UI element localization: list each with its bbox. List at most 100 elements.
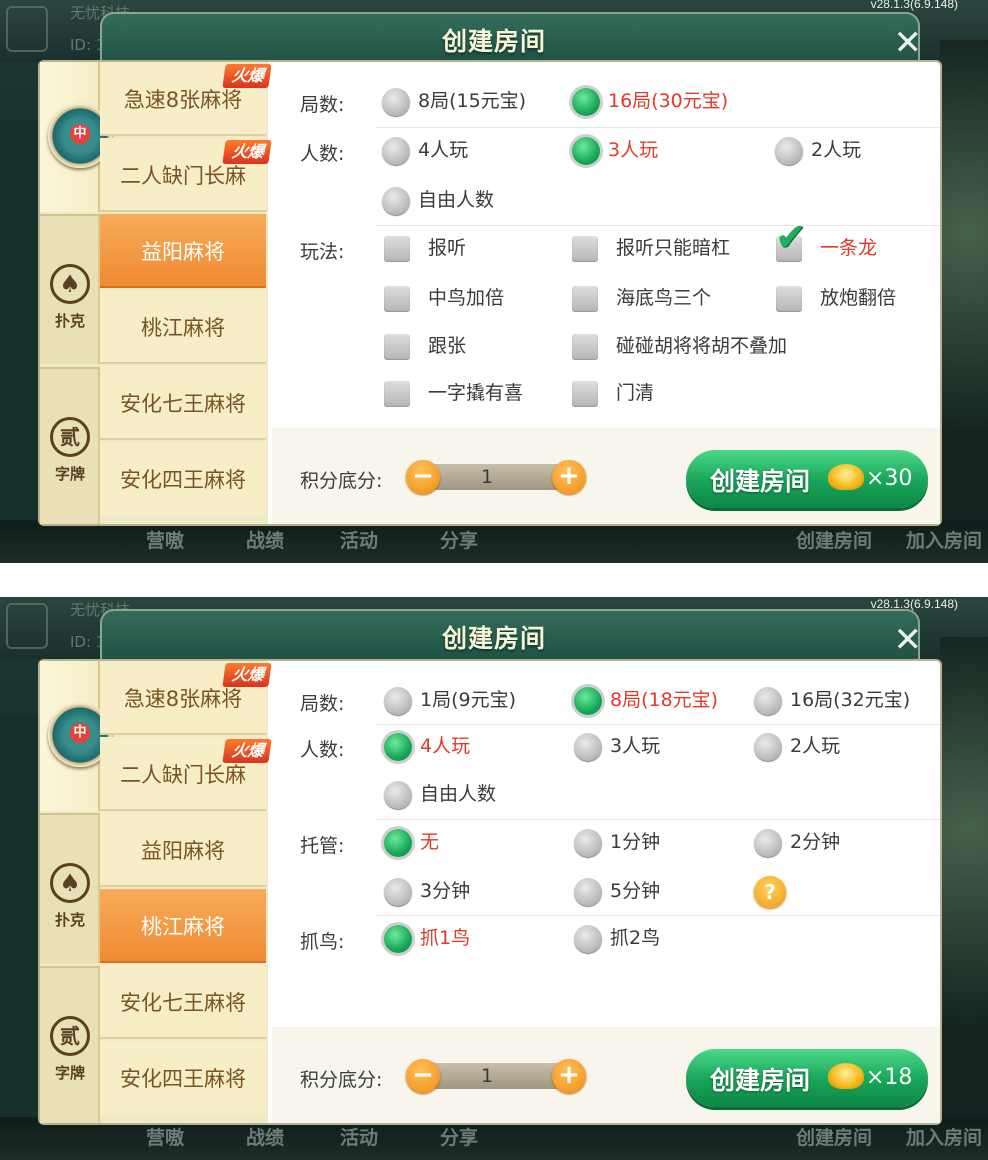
players-option-4[interactable]: 4人玩 bbox=[384, 731, 470, 761]
rounds-option-8[interactable]: 8局(18元宝) bbox=[574, 685, 718, 715]
rule-genzhang[interactable]: 跟张 bbox=[384, 331, 466, 361]
category-mahjong[interactable]: 中 bbox=[40, 62, 112, 212]
players-option-free[interactable]: 自由人数 bbox=[382, 185, 494, 215]
game-label: 二人缺门长麻 bbox=[120, 164, 246, 188]
radio-button[interactable] bbox=[574, 828, 602, 857]
create-room-button[interactable]: 创建房间 ×18 bbox=[686, 1049, 928, 1107]
radio-button[interactable] bbox=[384, 732, 412, 761]
radio-button[interactable] bbox=[384, 780, 412, 809]
cost-label: ×18 bbox=[866, 1065, 913, 1090]
close-icon[interactable]: ✕ bbox=[894, 623, 923, 657]
category-poker[interactable]: ♠ 扑克 bbox=[40, 214, 100, 364]
dialog-footer: 积分底分: − 1 + 创建房间 ×18 bbox=[272, 1027, 940, 1123]
radio-button[interactable] bbox=[754, 828, 782, 857]
game-item-taojiang[interactable]: 桃江麻将 bbox=[100, 290, 266, 364]
checkbox[interactable] bbox=[572, 333, 598, 360]
game-item-erren[interactable]: 二人缺门长麻 火爆 bbox=[100, 138, 272, 212]
plus-icon[interactable]: + bbox=[552, 460, 586, 494]
spade-icon: ♠ bbox=[50, 264, 90, 304]
close-icon[interactable]: ✕ bbox=[894, 26, 923, 60]
radio-button[interactable] bbox=[574, 877, 602, 906]
radio-button[interactable] bbox=[754, 686, 782, 715]
rule-zhongniao[interactable]: 中鸟加倍 bbox=[384, 283, 504, 313]
checkbox[interactable] bbox=[384, 333, 410, 360]
rule-baoting[interactable]: 报听 bbox=[384, 233, 466, 263]
auto-option-5min[interactable]: 5分钟 bbox=[574, 876, 660, 906]
game-item-anhua4[interactable]: 安化四王麻将 bbox=[100, 442, 266, 516]
radio-button[interactable] bbox=[384, 877, 412, 906]
checkbox-checked[interactable] bbox=[775, 222, 807, 262]
plus-icon[interactable]: + bbox=[552, 1059, 586, 1093]
bird-option-1[interactable]: 抓1鸟 bbox=[384, 923, 470, 953]
rule-menqing[interactable]: 门清 bbox=[572, 378, 654, 408]
rounds-label: 局数: bbox=[300, 693, 345, 715]
game-item-jisu8[interactable]: 急速8张麻将 火爆 bbox=[100, 62, 272, 136]
checkbox[interactable] bbox=[572, 285, 598, 312]
rule-yiziqiao[interactable]: 一字撬有喜 bbox=[384, 378, 523, 408]
checkbox[interactable] bbox=[384, 380, 410, 407]
players-option-2[interactable]: 2人玩 bbox=[775, 135, 861, 165]
radio-button[interactable] bbox=[572, 136, 600, 165]
option-label: 5分钟 bbox=[610, 880, 661, 902]
auto-option-2min[interactable]: 2分钟 bbox=[754, 827, 840, 857]
radio-button[interactable] bbox=[574, 686, 602, 715]
radio-button[interactable] bbox=[384, 828, 412, 857]
game-item-anhua4[interactable]: 安化四王麻将 bbox=[100, 1041, 266, 1115]
rounds-option-16[interactable]: 16局(30元宝) bbox=[572, 86, 728, 116]
radio-button[interactable] bbox=[384, 686, 412, 715]
game-item-jisu8[interactable]: 急速8张麻将 火爆 bbox=[100, 661, 272, 735]
game-label: 安化七王麻将 bbox=[120, 991, 246, 1015]
auto-option-3min[interactable]: 3分钟 bbox=[384, 876, 470, 906]
category-zipai[interactable]: 贰 字牌 bbox=[40, 367, 100, 524]
game-label: 急速8张麻将 bbox=[123, 88, 243, 112]
auto-option-none[interactable]: 无 bbox=[384, 827, 439, 857]
option-label: 跟张 bbox=[428, 335, 467, 357]
players-option-3[interactable]: 3人玩 bbox=[572, 135, 658, 165]
auto-option-1min[interactable]: 1分钟 bbox=[574, 827, 660, 857]
game-item-taojiang[interactable]: 桃江麻将 bbox=[100, 889, 266, 963]
radio-button[interactable] bbox=[572, 87, 600, 116]
game-item-anhua7[interactable]: 安化七王麻将 bbox=[100, 965, 266, 1039]
rounds-option-16[interactable]: 16局(32元宝) bbox=[754, 685, 910, 715]
game-item-erren[interactable]: 二人缺门长麻 火爆 bbox=[100, 737, 272, 811]
rule-yitiaolong[interactable]: 一条龙 bbox=[775, 222, 877, 263]
checkbox[interactable] bbox=[384, 235, 410, 262]
option-label: 无 bbox=[420, 831, 440, 853]
checkbox[interactable] bbox=[776, 285, 802, 312]
category-mahjong[interactable]: 中 bbox=[40, 661, 112, 811]
bird-option-2[interactable]: 抓2鸟 bbox=[574, 923, 660, 953]
create-room-button[interactable]: 创建房间 ×30 bbox=[686, 450, 928, 508]
category-zipai[interactable]: 贰 字牌 bbox=[40, 966, 100, 1123]
game-item-yiyang[interactable]: 益阳麻将 bbox=[100, 214, 266, 288]
radio-button[interactable] bbox=[574, 924, 602, 953]
game-item-yiyang[interactable]: 益阳麻将 bbox=[100, 813, 266, 887]
checkbox[interactable] bbox=[572, 235, 598, 262]
rule-haidiniao[interactable]: 海底鸟三个 bbox=[572, 283, 711, 313]
radio-button[interactable] bbox=[754, 732, 782, 761]
radio-button[interactable] bbox=[382, 186, 410, 215]
bg-button-3: 活动 bbox=[340, 530, 379, 552]
rule-pengpenghu[interactable]: 碰碰胡将将胡不叠加 bbox=[572, 331, 787, 361]
players-option-4[interactable]: 4人玩 bbox=[382, 135, 468, 165]
rounds-option-8[interactable]: 8局(15元宝) bbox=[382, 86, 526, 116]
players-option-free[interactable]: 自由人数 bbox=[384, 779, 496, 809]
players-option-3[interactable]: 3人玩 bbox=[574, 731, 660, 761]
rule-baoting-angang[interactable]: 报听只能暗杠 bbox=[572, 233, 730, 263]
game-item-anhua7[interactable]: 安化七王麻将 bbox=[100, 366, 266, 440]
help-icon[interactable]: ? bbox=[754, 876, 786, 908]
players-option-2[interactable]: 2人玩 bbox=[754, 731, 840, 761]
rounds-option-1[interactable]: 1局(9元宝) bbox=[384, 685, 516, 715]
rule-fangpao[interactable]: 放炮翻倍 bbox=[776, 283, 896, 313]
option-label: 一字撬有喜 bbox=[428, 382, 524, 404]
checkbox[interactable] bbox=[384, 285, 410, 312]
radio-button[interactable] bbox=[574, 732, 602, 761]
radio-button[interactable] bbox=[775, 136, 803, 165]
radio-button[interactable] bbox=[384, 924, 412, 953]
score-stepper: − 1 + bbox=[406, 460, 586, 494]
category-poker[interactable]: ♠ 扑克 bbox=[40, 813, 100, 963]
hot-badge: 火爆 bbox=[222, 739, 272, 763]
radio-button[interactable] bbox=[382, 136, 410, 165]
radio-button[interactable] bbox=[382, 87, 410, 116]
checkbox[interactable] bbox=[572, 380, 598, 407]
help-button[interactable]: ? bbox=[754, 876, 786, 908]
